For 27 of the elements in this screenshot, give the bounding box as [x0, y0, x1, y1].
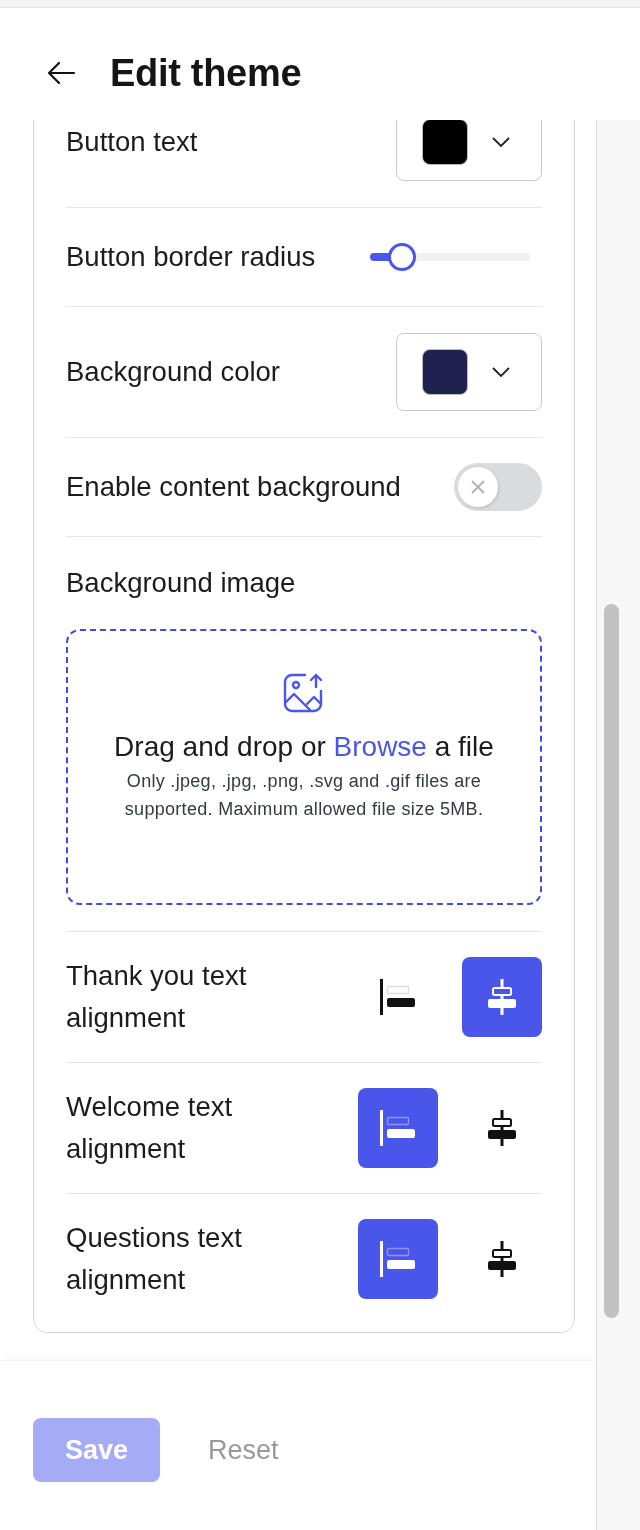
- chevron-down-icon: [492, 137, 510, 147]
- setting-label: Background image: [66, 566, 297, 600]
- chevron-down-icon: [492, 367, 510, 377]
- align-left-icon: [378, 1239, 418, 1279]
- back-arrow-icon: [46, 61, 76, 85]
- setting-label: Questions text alignment: [66, 1221, 243, 1297]
- setting-label: Enable content background: [66, 471, 401, 503]
- file-hint: Only .jpeg, .jpg, .png, .svg and .gif files are supported. Maximum allowed file size 5MB.: [123, 770, 485, 821]
- page-title: Edit theme: [110, 51, 302, 95]
- close-icon: [470, 479, 486, 495]
- align-left-icon: [378, 1108, 418, 1148]
- browse-link[interactable]: Browse: [333, 731, 427, 762]
- setting-label: Welcome text alignment: [66, 1090, 234, 1166]
- setting-label: Button border radius: [66, 241, 316, 273]
- toggle-switch[interactable]: [454, 463, 542, 511]
- setting-label: Background color: [66, 356, 280, 388]
- align-left-icon: [378, 977, 418, 1017]
- scrollbar-thumb[interactable]: [604, 604, 619, 1318]
- file-drop-zone[interactable]: Drag and drop or Browse a file Only .jpeg, .jpg, .png, .svg and .gif files are supported. Maximum allowed file size 5MB.: [66, 629, 542, 905]
- back-button[interactable]: [46, 61, 76, 85]
- drop-prompt: Drag and drop or Browse a file: [114, 731, 494, 763]
- setting-label: Thank you text alignment: [66, 959, 248, 1035]
- color-picker[interactable]: [396, 333, 542, 411]
- image-upload-icon: [283, 673, 325, 713]
- color-picker[interactable]: [396, 120, 542, 181]
- setting-label: Button text: [66, 126, 198, 158]
- slider-thumb[interactable]: [388, 243, 416, 271]
